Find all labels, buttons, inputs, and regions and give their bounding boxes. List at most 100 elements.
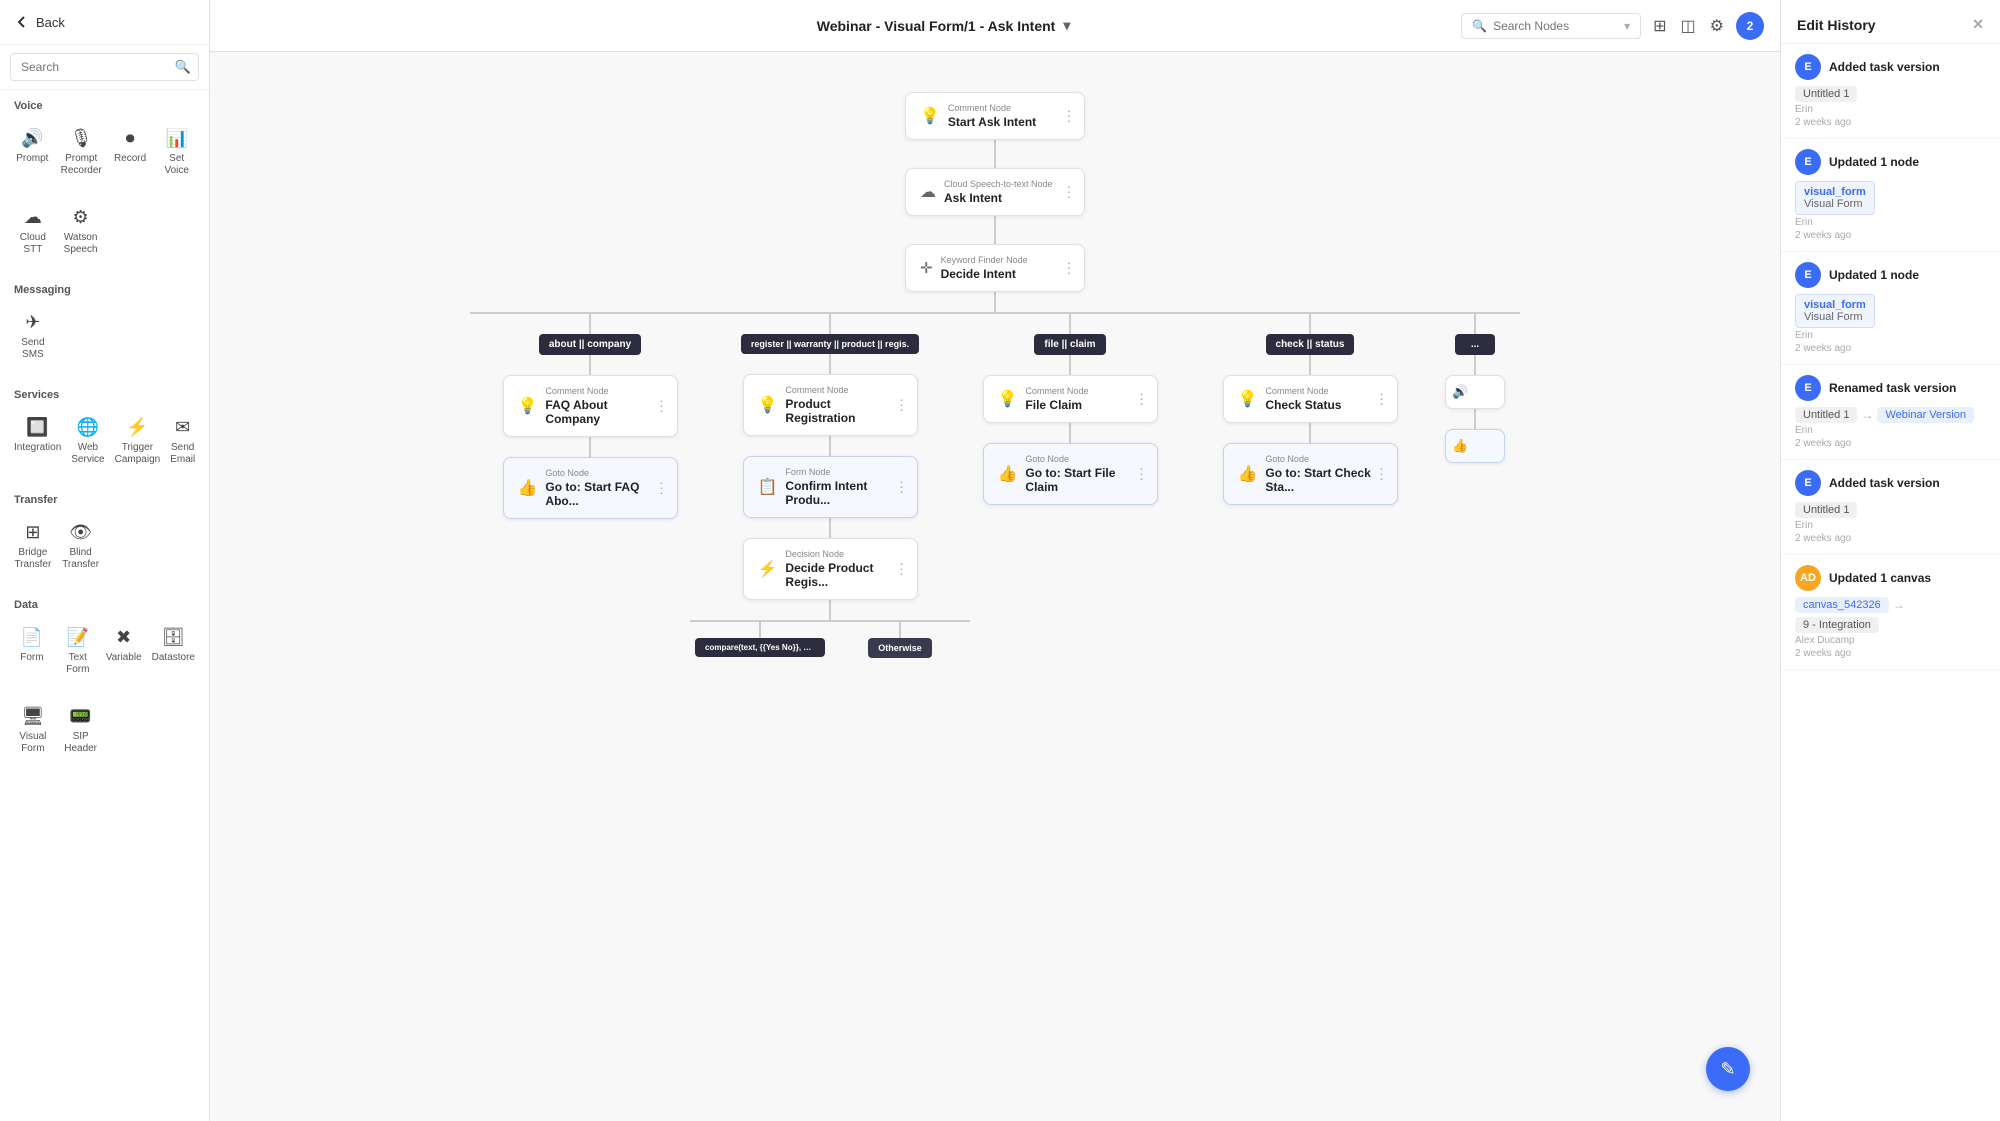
sidebar-item-blind-transfer[interactable]: 👁Blind Transfer — [58, 514, 104, 579]
search-nodes-dropdown-icon[interactable]: ▾ — [1624, 19, 1630, 33]
sidebar-search-input[interactable] — [10, 53, 199, 81]
branch-1-comment-node[interactable]: 💡 Comment Node FAQ About Company ⋮ — [503, 375, 678, 437]
form-label: Form — [20, 652, 43, 664]
topbar: Webinar - Visual Form/1 - Ask Intent ▾ 🔍… — [210, 0, 1780, 52]
branch-4-comment-icon: 💡 — [1238, 389, 1258, 409]
branch-2-form-content: Form Node Confirm Intent Produ... — [785, 467, 902, 507]
branch-3-goto-menu[interactable]: ⋮ — [1135, 466, 1149, 483]
sidebar-item-trigger-campaign[interactable]: ⚡Trigger Campaign — [111, 409, 165, 474]
branch-5-goto-node[interactable]: 👍 — [1445, 429, 1505, 463]
branch-4-goto-node[interactable]: 👍 Goto Node Go to: Start Check Sta... ⋮ — [1223, 443, 1398, 505]
layout-icon[interactable]: ◫ — [1681, 16, 1696, 36]
sidebar-item-msg2[interactable] — [58, 304, 104, 369]
sidebar-item-msg3[interactable] — [106, 304, 152, 369]
canvas[interactable]: 💡 Comment Node Start Ask Intent ⋮ ☁ — [210, 52, 1780, 1121]
history-item-3-link[interactable]: visual_form — [1804, 299, 1866, 311]
badge-container: 2 — [1736, 12, 1764, 40]
sidebar-item-datastore[interactable]: 🗄Datastore — [148, 619, 199, 684]
branch-3-comment-menu[interactable]: ⋮ — [1135, 391, 1149, 408]
branch-2-form-node[interactable]: 📋 Form Node Confirm Intent Produ... ⋮ — [743, 456, 918, 518]
branch-4-goto-menu[interactable]: ⋮ — [1375, 466, 1389, 483]
history-item-5-tag-1: Untitled 1 — [1795, 502, 1857, 518]
messaging-items: ✈Send SMS — [0, 300, 209, 379]
branch-1-goto-content: Goto Node Go to: Start FAQ Abo... — [545, 468, 662, 508]
back-button[interactable]: Back — [0, 0, 209, 45]
branch-4-comment-menu[interactable]: ⋮ — [1375, 391, 1389, 408]
branch-5-comment-node[interactable]: 🔊 — [1445, 375, 1505, 409]
cond-2: Otherwise — [830, 622, 970, 658]
prompt-icon: 🔊 — [21, 128, 43, 149]
sidebar-item-sip-header[interactable]: 📟SIP Header — [58, 698, 104, 763]
branch-2-comment-menu[interactable]: ⋮ — [895, 397, 909, 414]
decide-intent-menu[interactable]: ⋮ — [1062, 260, 1076, 277]
history-item-4-avatar: E — [1795, 375, 1821, 401]
start-node[interactable]: 💡 Comment Node Start Ask Intent ⋮ — [905, 92, 1085, 140]
branch-3-goto-type: Goto Node — [1025, 454, 1142, 464]
watson-speech-label: Watson Speech — [62, 232, 100, 256]
user-badge[interactable]: 2 — [1736, 12, 1764, 40]
start-node-icon: 💡 — [920, 106, 940, 126]
history-item-4-time: 2 weeks ago — [1795, 438, 1986, 449]
sidebar-item-send-email[interactable]: ✉Send Email — [166, 409, 199, 474]
search-nodes-input[interactable] — [1493, 19, 1618, 33]
branch-2-form-menu[interactable]: ⋮ — [895, 479, 909, 496]
decide-intent-node[interactable]: ✛ Keyword Finder Node Decide Intent ⋮ — [905, 244, 1085, 292]
history-item-1-time: Erin — [1795, 104, 1986, 115]
branch-3: file || claim 💡 Comment Node File Claim … — [950, 314, 1190, 505]
search-nodes-container[interactable]: 🔍 ▾ — [1461, 13, 1641, 39]
sip-header-icon: 📟 — [69, 706, 91, 727]
sidebar-item-prompt[interactable]: 🔊Prompt — [10, 120, 55, 185]
ask-intent-menu[interactable]: ⋮ — [1062, 184, 1076, 201]
history-item-1-action: Added task version — [1829, 60, 1940, 74]
history-item-2-link[interactable]: visual_form — [1804, 186, 1866, 198]
branch-1-goto-menu[interactable]: ⋮ — [655, 480, 669, 497]
blind-transfer-icon: 👁 — [69, 522, 92, 543]
sidebar-item-prompt-recorder[interactable]: 🎙Prompt Recorder — [57, 120, 106, 185]
sidebar-item-form[interactable]: 📄Form — [10, 619, 54, 684]
start-node-menu[interactable]: ⋮ — [1062, 108, 1076, 125]
condition-row: compare(text, {{Yes No}}, ==, yes) Other… — [690, 622, 970, 658]
record-label: Record — [114, 153, 146, 165]
branch-4-comment-node[interactable]: 💡 Comment Node Check Status ⋮ — [1223, 375, 1398, 423]
grid-icon[interactable]: ⊞ — [1653, 16, 1666, 36]
decision-node[interactable]: ⚡ Decision Node Decide Product Regis... … — [743, 538, 918, 600]
sidebar-item-record[interactable]: ⏺ Record — [108, 120, 153, 185]
sidebar-item-web-service[interactable]: 🌐Web Service — [67, 409, 108, 474]
branch-3-condition: file || claim — [1034, 334, 1105, 355]
sidebar-item-visual-form[interactable]: 🖥Visual Form — [10, 698, 56, 763]
branches-row: about || company 💡 Comment Node FAQ Abou… — [470, 314, 1520, 658]
variable-icon: ✖ — [116, 627, 131, 648]
services-section-label: Services — [0, 379, 209, 405]
sidebar-item-send-sms[interactable]: ✈Send SMS — [10, 304, 56, 369]
fab-button[interactable]: ✎ — [1706, 1047, 1750, 1091]
sidebar-item-variable[interactable]: ✖Variable — [102, 619, 146, 684]
history-item-6-arrow: → — [1893, 598, 1905, 612]
sidebar-item-set-voice[interactable]: 📊Set Voice — [154, 120, 199, 185]
decision-menu[interactable]: ⋮ — [895, 561, 909, 578]
branch-3-goto-node[interactable]: 👍 Goto Node Go to: Start File Claim ⋮ — [983, 443, 1158, 505]
branch-2-condition: register || warranty || product || regis… — [741, 334, 919, 354]
history-item-4-tag-2: Webinar Version — [1877, 407, 1974, 423]
branch-1-comment-menu[interactable]: ⋮ — [655, 398, 669, 415]
sidebar-item-text-form[interactable]: 📝Text Form — [56, 619, 100, 684]
sidebar-search-container: 🔍 — [0, 45, 209, 90]
record-icon: ⏺ — [126, 128, 135, 149]
branch-3-vline-bot — [1069, 423, 1071, 443]
branch-3-comment-type: Comment Node — [1025, 386, 1142, 396]
branch-3-comment-node[interactable]: 💡 Comment Node File Claim ⋮ — [983, 375, 1158, 423]
history-item-5-user: Erin — [1795, 520, 1986, 531]
branch-1-goto-node[interactable]: 👍 Goto Node Go to: Start FAQ Abo... ⋮ — [503, 457, 678, 519]
settings-icon[interactable]: ⚙ — [1710, 16, 1724, 36]
history-item-1-avatar: E — [1795, 54, 1821, 80]
datastore-label: Datastore — [152, 652, 195, 664]
branch-2-comment-node[interactable]: 💡 Comment Node Product Registration ⋮ — [743, 374, 918, 436]
sidebar-item-msg4[interactable] — [153, 304, 199, 369]
title-dropdown-icon[interactable]: ▾ — [1063, 17, 1070, 34]
ask-intent-node[interactable]: ☁ Cloud Speech-to-text Node Ask Intent ⋮ — [905, 168, 1085, 216]
sidebar-item-cloud-stt[interactable]: ☁Cloud STT — [10, 199, 56, 264]
sidebar-item-integration[interactable]: 🔲Integration — [10, 409, 65, 474]
branch-2: register || warranty || product || regis… — [710, 314, 950, 658]
sidebar-item-bridge-transfer[interactable]: ⊞Bridge Transfer — [10, 514, 56, 579]
close-icon[interactable]: ✕ — [1972, 16, 1984, 33]
sidebar-item-watson-speech[interactable]: ⚙Watson Speech — [58, 199, 104, 264]
